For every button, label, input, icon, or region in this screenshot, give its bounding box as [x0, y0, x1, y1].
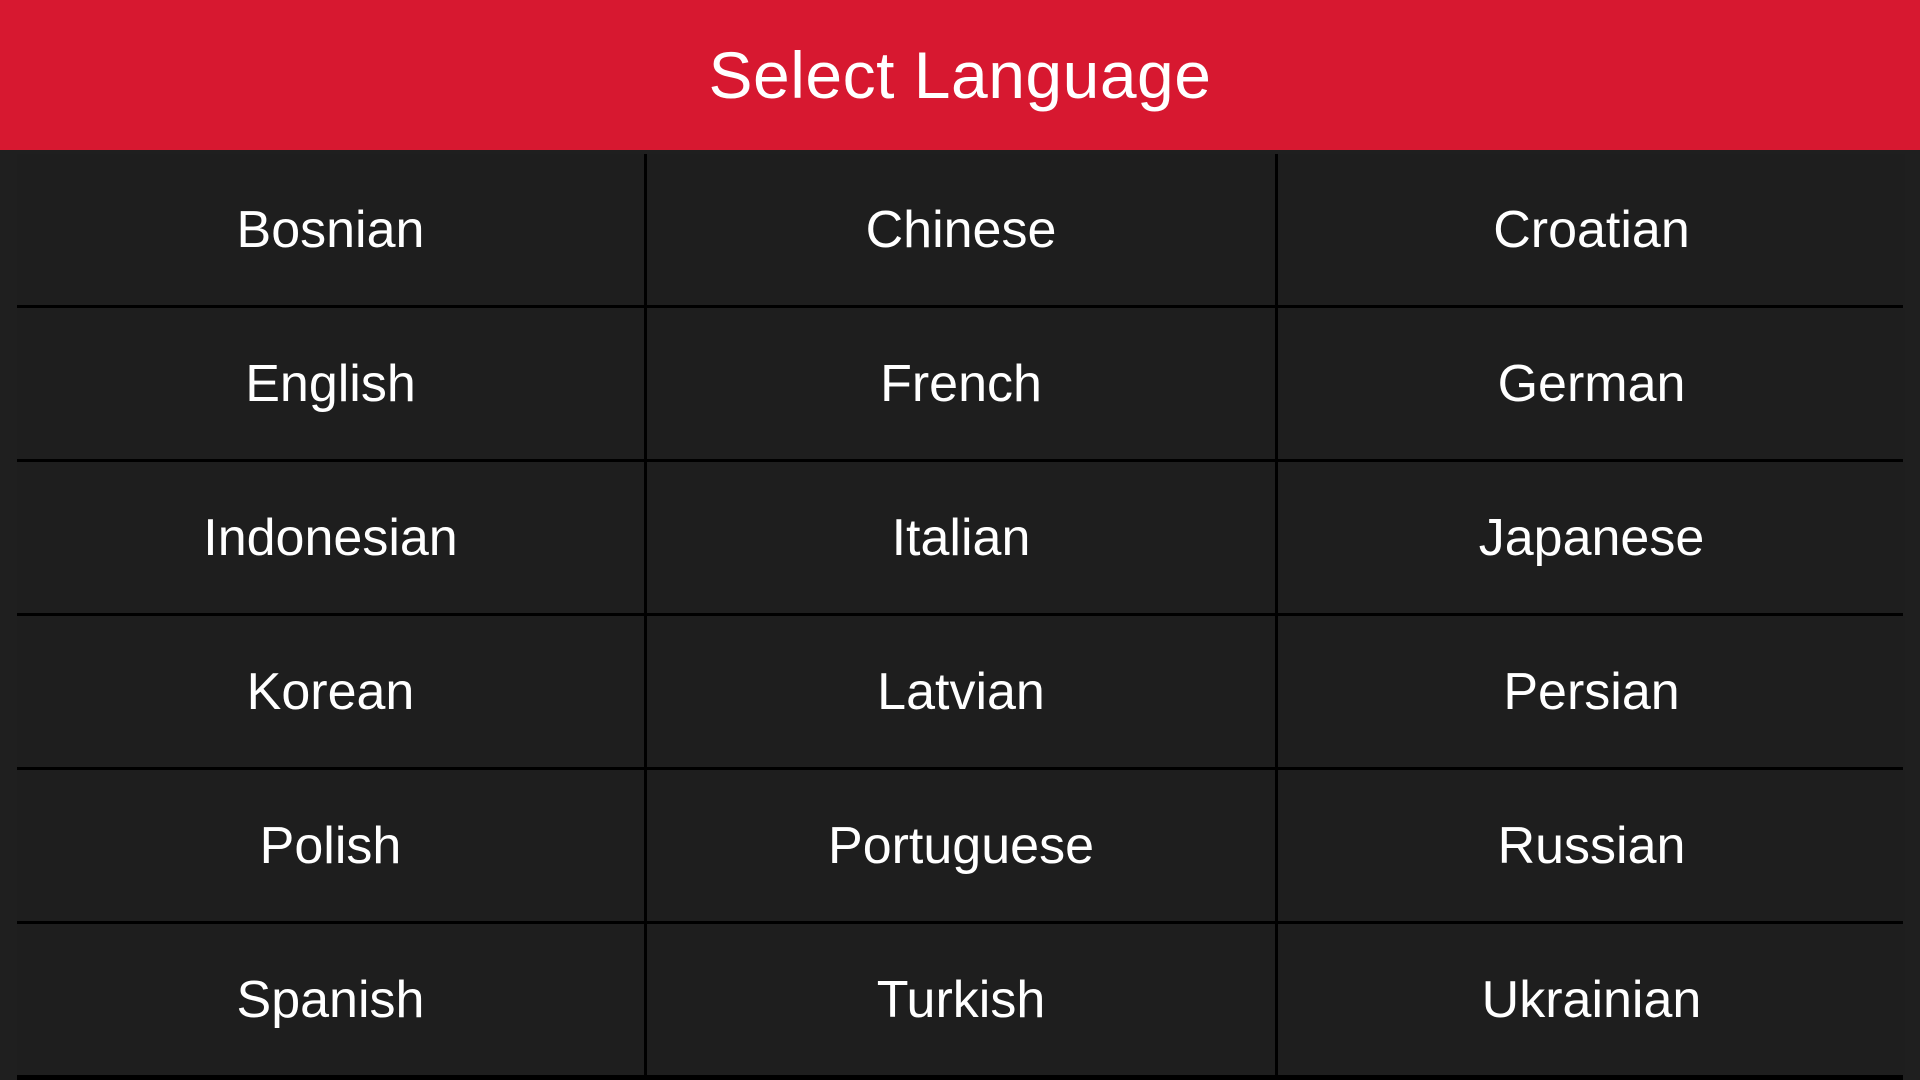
language-option-turkish[interactable]: Turkish: [647, 924, 1275, 1075]
language-option-english[interactable]: English: [17, 308, 644, 459]
language-option-croatian[interactable]: Croatian: [1278, 154, 1905, 305]
language-option-bosnian[interactable]: Bosnian: [17, 154, 644, 305]
language-option-japanese[interactable]: Japanese: [1278, 462, 1905, 613]
language-option-french[interactable]: French: [647, 308, 1275, 459]
language-option-ukrainian[interactable]: Ukrainian: [1278, 924, 1905, 1075]
language-option-latvian[interactable]: Latvian: [647, 616, 1275, 767]
language-grid: Bosnian Chinese Croatian English French …: [17, 154, 1905, 1080]
language-option-polish[interactable]: Polish: [17, 770, 644, 921]
language-option-italian[interactable]: Italian: [647, 462, 1275, 613]
header-bar: Select Language: [0, 0, 1920, 150]
language-option-korean[interactable]: Korean: [17, 616, 644, 767]
language-option-portuguese[interactable]: Portuguese: [647, 770, 1275, 921]
language-option-persian[interactable]: Persian: [1278, 616, 1905, 767]
language-option-russian[interactable]: Russian: [1278, 770, 1905, 921]
language-option-indonesian[interactable]: Indonesian: [17, 462, 644, 613]
page-title: Select Language: [708, 38, 1212, 112]
language-option-german[interactable]: German: [1278, 308, 1905, 459]
language-option-spanish[interactable]: Spanish: [17, 924, 644, 1075]
language-option-chinese[interactable]: Chinese: [647, 154, 1275, 305]
